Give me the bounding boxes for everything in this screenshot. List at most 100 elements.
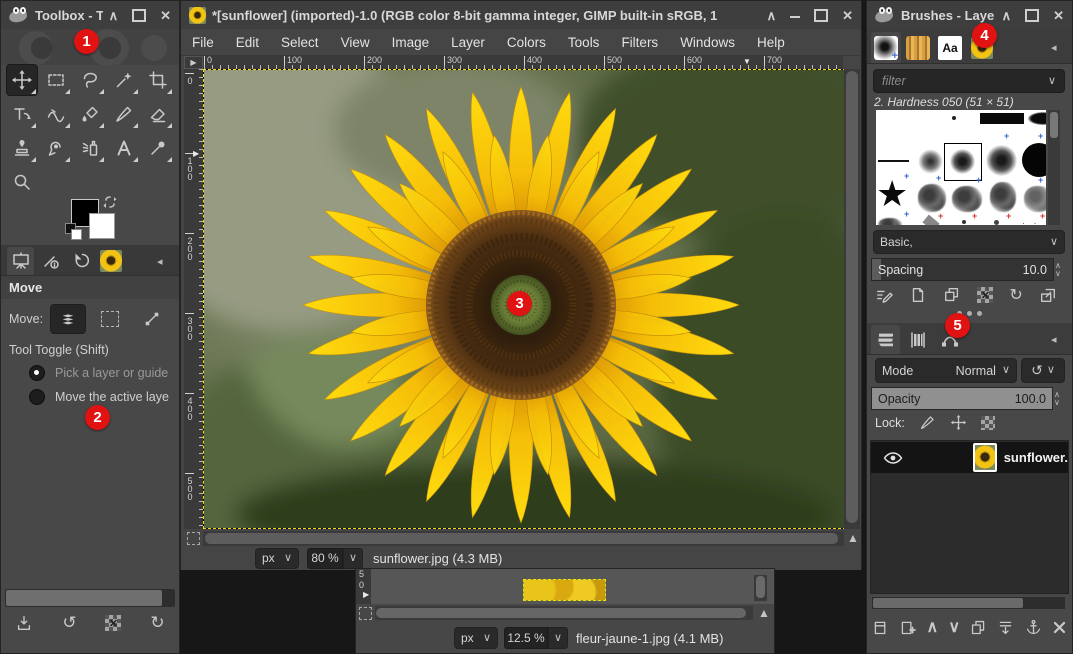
horizontal-ruler[interactable]: 0 100 200 300 400 500 600 700 ▼ [203, 56, 843, 69]
tab-images[interactable] [97, 247, 124, 275]
horizontal-scrollbar[interactable] [203, 531, 844, 546]
canvas-fleur-jaune-image[interactable] [523, 579, 606, 601]
layer-name[interactable]: sunflower. [1004, 450, 1068, 465]
refresh-brushes-button[interactable]: ↻ [1009, 285, 1022, 305]
brush-grunge-4[interactable] [1024, 186, 1046, 212]
vertical-ruler[interactable]: 0 100 200 300 400 500 ▶ [184, 69, 203, 529]
tab-channels[interactable] [903, 325, 932, 354]
brush-filter-input[interactable]: filter ∨ [873, 69, 1065, 93]
shade-button[interactable]: ∧ [1002, 9, 1012, 22]
shade-button[interactable]: ∧ [767, 9, 777, 22]
vertical-ruler[interactable]: 5 0 ▶ [356, 569, 371, 604]
delete-brush-button[interactable]: ✕ [977, 287, 993, 303]
new-layer-group-button[interactable] [899, 619, 916, 636]
new-layer-button[interactable] [872, 619, 889, 636]
menu-filters[interactable]: Filters [610, 35, 669, 50]
tool-zoom[interactable] [7, 167, 37, 197]
menu-image[interactable]: Image [381, 35, 441, 50]
menu-colors[interactable]: Colors [496, 35, 557, 50]
move-layer-button[interactable] [51, 305, 85, 333]
background-color-swatch[interactable] [89, 213, 115, 239]
brush-partial[interactable] [922, 215, 939, 225]
brush-grid[interactable]: + + + + + + ★ + + + + + [876, 110, 1046, 225]
canvas-area[interactable]: 5 0 ▶ [356, 569, 774, 604]
lock-alpha-button[interactable] [981, 416, 995, 430]
duplicate-brush-button[interactable] [943, 286, 961, 304]
brush-hardness-100[interactable] [1022, 143, 1046, 177]
tool-paintbrush[interactable] [109, 99, 139, 129]
layer-list[interactable]: sunflower. [870, 440, 1069, 594]
brush-ellipse[interactable] [1028, 112, 1046, 125]
tool-crop[interactable] [143, 65, 173, 95]
spacing-slider[interactable]: Spacing 10.0 [871, 258, 1054, 281]
tool-smudge[interactable] [41, 133, 71, 163]
brush-partial[interactable]: · · · [1022, 218, 1046, 225]
maximize-button[interactable] [1025, 9, 1039, 22]
menu-tools[interactable]: Tools [557, 35, 611, 50]
minimize-button[interactable] [790, 16, 800, 18]
tab-tool-options[interactable] [7, 247, 34, 275]
tool-eraser[interactable] [143, 99, 173, 129]
delete-preset-button[interactable]: ✕ [105, 615, 121, 631]
quick-mask-toggle[interactable] [187, 532, 200, 545]
layer-mode-select[interactable]: Mode Normal ∨ [875, 358, 1017, 383]
brush-grid-scrollbar[interactable] [1048, 110, 1060, 225]
move-path-button[interactable] [135, 305, 169, 333]
unit-select[interactable]: px ∨ [255, 548, 299, 569]
opacity-slider[interactable]: Opacity 100.0 [871, 387, 1053, 410]
menu-select[interactable]: Select [270, 35, 330, 50]
brush-grunge-1[interactable] [918, 184, 946, 212]
tab-brushes[interactable]: + [871, 32, 901, 63]
duplicate-layer-button[interactable] [970, 619, 987, 636]
spin-down-icon[interactable]: ∨ [1055, 270, 1061, 277]
brush-star[interactable]: ★ [876, 176, 908, 212]
close-button[interactable]: ✕ [842, 9, 853, 22]
tab-undo-history[interactable] [67, 247, 94, 275]
tool-options-scrollbar[interactable] [5, 589, 175, 607]
tool-unified-transform[interactable] [7, 99, 37, 129]
menu-view[interactable]: View [330, 35, 381, 50]
tool-bucket-fill[interactable] [75, 99, 105, 129]
mode-switch-button[interactable]: ↺ ∨ [1021, 358, 1065, 383]
brush-group-select[interactable]: Basic, ∨ [873, 230, 1065, 254]
brush-block[interactable] [980, 113, 1024, 124]
merge-down-button[interactable] [997, 619, 1014, 636]
tool-text[interactable] [109, 133, 139, 163]
radio-move-active[interactable] [29, 389, 45, 405]
layer-thumbnail[interactable] [973, 443, 997, 472]
vertical-scrollbar[interactable] [754, 575, 767, 601]
ruler-corner-menu-button[interactable]: ▶ [184, 56, 203, 69]
layer-row-sunflower[interactable]: sunflower. [871, 442, 1068, 473]
move-selection-button[interactable] [93, 305, 127, 333]
tool-fuzzy-select[interactable] [109, 65, 139, 95]
tool-rectangle-select[interactable] [41, 65, 71, 95]
maximize-button[interactable] [814, 9, 828, 22]
shade-button[interactable]: ∧ [109, 9, 119, 22]
menu-help[interactable]: Help [746, 35, 796, 50]
lower-layer-button[interactable]: ∨ [948, 617, 960, 637]
brush-partial[interactable] [994, 220, 999, 225]
tool-clone[interactable] [7, 133, 37, 163]
brush-partial[interactable] [878, 218, 902, 225]
tab-fonts[interactable]: Aa [935, 32, 965, 63]
menu-layer[interactable]: Layer [440, 35, 496, 50]
menu-edit[interactable]: Edit [225, 35, 270, 50]
image-window-titlebar[interactable]: *[sunflower] (imported)-1.0 (RGB color 8… [181, 1, 861, 29]
brush-grunge-2[interactable] [952, 186, 982, 212]
navigation-preview-button[interactable]: ▲ [845, 530, 861, 546]
edit-brush-button[interactable] [875, 286, 893, 304]
radio-pick-layer[interactable] [29, 365, 45, 381]
toolbox-titlebar[interactable]: Toolbox - T ∧ ✕ [1, 1, 179, 29]
save-tool-preset-button[interactable] [15, 614, 33, 632]
panel-menu-button[interactable]: ◂ [1051, 41, 1057, 54]
tool-color-picker[interactable] [143, 133, 173, 163]
swap-colors-icon[interactable] [103, 195, 117, 209]
tab-device-status[interactable] [37, 247, 64, 275]
tool-airbrush[interactable] [75, 133, 105, 163]
brush-line[interactable] [878, 160, 909, 162]
dock-titlebar[interactable]: Brushes - Laye ∧ ✕ [867, 1, 1072, 29]
tool-warp-transform[interactable] [41, 99, 71, 129]
zoom-select-button[interactable]: ∨ [548, 627, 568, 649]
panel-menu-button[interactable]: ◂ [1051, 333, 1057, 346]
horizontal-scrollbar[interactable] [375, 606, 753, 620]
